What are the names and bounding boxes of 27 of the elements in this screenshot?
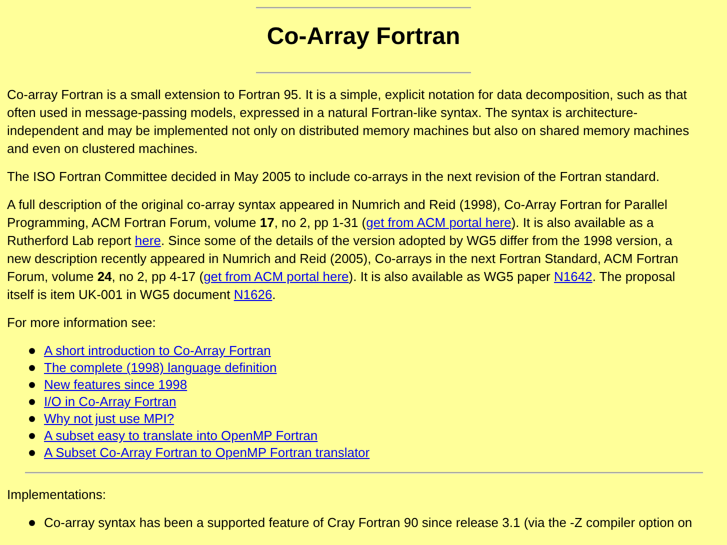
list-link[interactable]: A subset easy to translate into OpenMP Fortran bbox=[44, 427, 318, 444]
bullet-icon bbox=[29, 364, 35, 370]
bullet-icon bbox=[29, 398, 35, 404]
list-link[interactable]: The complete (1998) language definition bbox=[44, 359, 277, 376]
text-link[interactable]: get from ACM portal here bbox=[204, 269, 349, 284]
paragraph: For more information see: bbox=[7, 314, 157, 332]
list-item-text: Co-array syntax has been a supported feature of Cray Fortran 90 since release 3.1 (via the -Z compiler option on bbox=[44, 514, 692, 531]
paragraph: The ISO Fortran Committee decided in May 2005 to include co-arrays in the next revision of the Fortran standard. bbox=[7, 168, 660, 186]
text-link[interactable]: here bbox=[134, 233, 161, 248]
bullet-icon bbox=[29, 520, 35, 526]
text-link[interactable]: N1626 bbox=[234, 287, 272, 302]
bullet-icon bbox=[29, 416, 35, 422]
section-heading: Implementations: bbox=[7, 486, 107, 504]
paragraph: Co-array Fortran is a small extension to Fortran 95. It is a simple, explicit notation for data decomposition, such as that often used in message-passing models, expressed in a natural Fortran-like syntax. The syntax is architecture-independent and may be implemented not only on distributed memory machines but also on shared memory machines and even on clustered machines. bbox=[7, 86, 690, 158]
list-link[interactable]: Why not just use MPI? bbox=[44, 410, 174, 427]
page-title: Co-Array Fortran bbox=[266, 22, 462, 52]
list-link[interactable]: A Subset Co-Array Fortran to OpenMP Fortran translator bbox=[44, 444, 370, 461]
list-link[interactable]: New features since 1998 bbox=[44, 376, 188, 393]
list-link[interactable]: I/O in Co-Array Fortran bbox=[44, 393, 176, 410]
bullet-icon bbox=[29, 348, 35, 354]
bullet-icon bbox=[29, 382, 35, 388]
bullet-icon bbox=[29, 450, 35, 456]
list-link[interactable]: A short introduction to Co-Array Fortran bbox=[44, 342, 271, 359]
bullet-icon bbox=[29, 432, 35, 438]
text-link[interactable]: N1642 bbox=[554, 269, 592, 284]
paragraph: A full description of the original co-array syntax appeared in Numrich and Reid (1998), Co-Array Fortran for Parallel Programming, ACM Fortran Forum, volume 17, no 2, pp 1-31 (get from ACM portal here). It is also available as a Rutherford Lab report here. Since some of the details of the version adopted by WG5 differ from the 1998 version, a new description recently appeared in Numrich and Reid (2005), Co-arrays in the next Fortran Standard, ACM Fortran Forum, volume 24, no 2, pp 4-17 (get from ACM portal here). It is also available as WG5 paper N1642. The proposal itself is item UK-001 in WG5 document N1626. bbox=[7, 196, 680, 304]
text-link[interactable]: get from ACM portal here bbox=[366, 215, 512, 230]
